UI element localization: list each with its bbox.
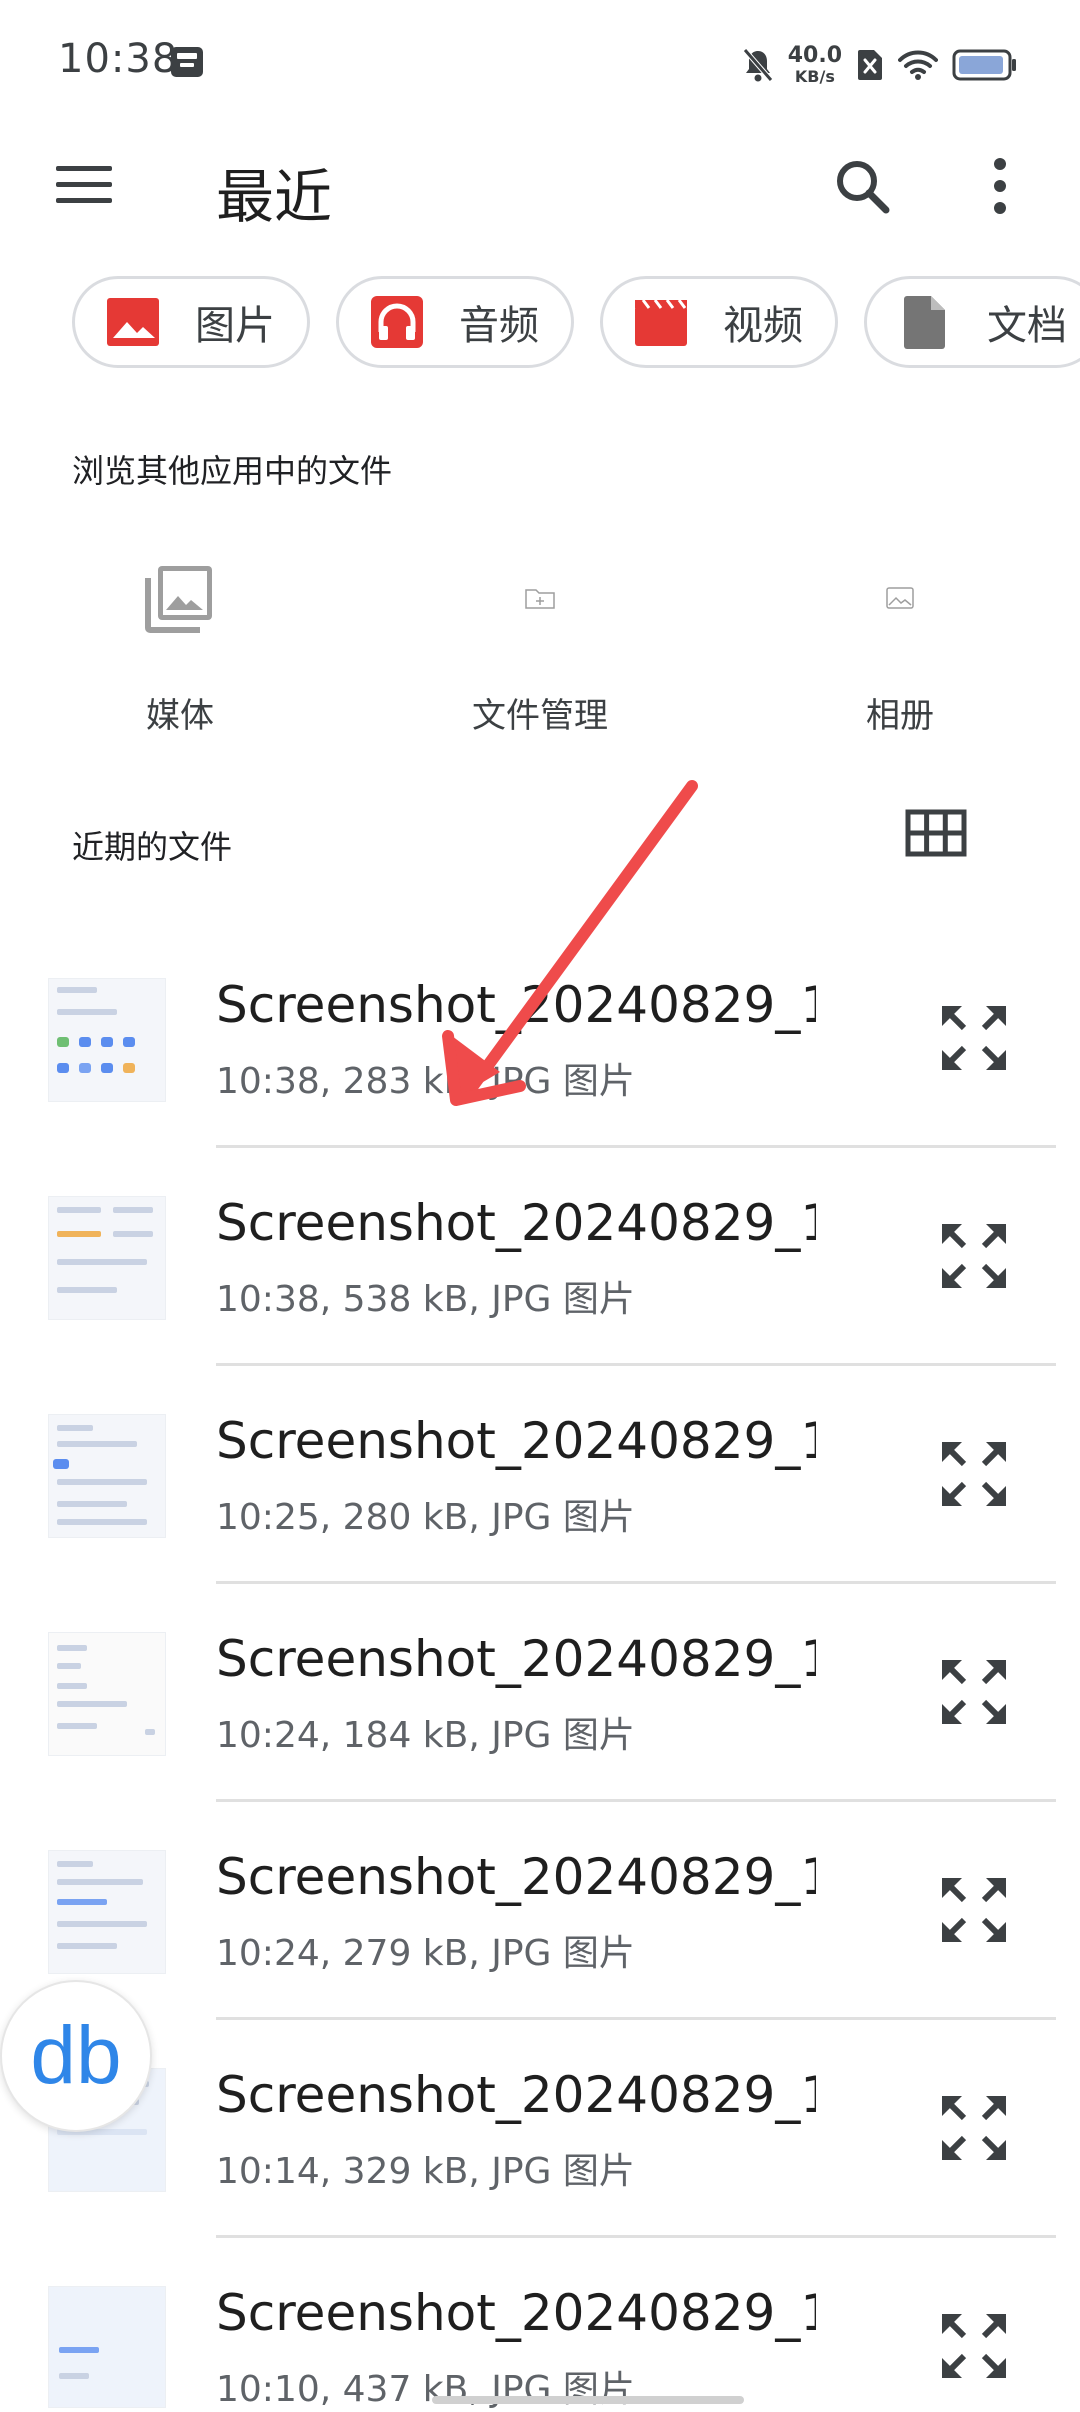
browse-file-manager-label: 文件管理 (472, 696, 608, 736)
list-item[interactable]: Screenshot_20240829_1⋯ 10:24, 279 kB, JP… (0, 1802, 1080, 2020)
expand-preview-icon[interactable] (934, 1652, 1014, 1732)
movie-icon (635, 299, 687, 346)
file-meta: 10:14, 329 kB, JPG 图片 (216, 2151, 635, 2192)
app-bar: 最近 (0, 128, 1080, 240)
document-icon (904, 296, 945, 349)
browse-media-label: 媒体 (146, 696, 214, 736)
list-item[interactable]: Screenshot_20240829_1⋯ 10:10, 437 kB, JP… (0, 2238, 1080, 2410)
chip-label: 图片 (195, 303, 275, 349)
file-name: Screenshot_20240829_1⋯ (216, 1412, 816, 1470)
browse-gallery-label: 相册 (866, 696, 934, 736)
chip-documents[interactable]: 文档 (864, 276, 1080, 368)
file-meta: 10:10, 437 kB, JPG 图片 (216, 2369, 635, 2410)
chip-label: 音频 (459, 303, 539, 349)
status-icons: 40.0 KB/s (742, 40, 1018, 90)
net-speed-unit: KB/s (794, 67, 835, 86)
mute-bell-icon (742, 48, 773, 82)
category-chips: 图片 音频 视频 文档 (72, 276, 1080, 372)
photo-library-icon (145, 566, 212, 633)
list-item[interactable]: Screenshot_20240829_1⋯ 10:38, 283 kB, JP… (0, 930, 1080, 1148)
file-name: Screenshot_20240829_1⋯ (216, 976, 816, 1034)
file-thumbnail (48, 1632, 166, 1756)
browse-file-manager[interactable]: 文件管理 (420, 560, 660, 740)
storage-icon (171, 47, 203, 77)
battery-icon (952, 49, 1016, 81)
status-bar: 10:38 40.0 KB/s (0, 0, 1080, 128)
file-name: Screenshot_20240829_1⋯ (216, 1194, 816, 1252)
grid-view-icon[interactable] (902, 806, 970, 862)
chip-video[interactable]: 视频 (600, 276, 838, 368)
file-meta: 10:38, 538 kB, JPG 图片 (216, 1279, 635, 1320)
floating-db-bubble[interactable]: db (0, 1980, 152, 2132)
browse-gallery[interactable]: 相册 (780, 560, 1020, 740)
file-thumbnail (48, 978, 166, 1102)
file-name: Screenshot_20240829_1⋯ (216, 1848, 816, 1906)
expand-preview-icon[interactable] (934, 2306, 1014, 2386)
browse-heading: 浏览其他应用中的文件 (72, 452, 393, 490)
list-item[interactable]: Screenshot_20240829_1⋯ 10:14, 329 kB, JP… (0, 2020, 1080, 2238)
more-vert-icon[interactable] (964, 150, 1036, 222)
expand-preview-icon[interactable] (934, 1870, 1014, 1950)
chip-images[interactable]: 图片 (72, 276, 310, 368)
expand-preview-icon[interactable] (934, 1216, 1014, 1296)
recent-heading: 近期的文件 (72, 828, 233, 866)
expand-preview-icon[interactable] (934, 998, 1014, 1078)
net-speed-value: 40.0 (787, 43, 842, 68)
bubble-text: db (30, 2010, 122, 2101)
file-meta: 10:38, 283 kB, JPG 图片 (216, 1061, 635, 1102)
expand-preview-icon[interactable] (934, 1434, 1014, 1514)
file-thumbnail (48, 1850, 166, 1974)
file-name: Screenshot_20240829_1⋯ (216, 1630, 816, 1688)
file-name: Screenshot_20240829_1⋯ (216, 2284, 816, 2342)
file-meta: 10:24, 279 kB, JPG 图片 (216, 1933, 635, 1974)
file-meta: 10:24, 184 kB, JPG 图片 (216, 1715, 635, 1756)
chip-label: 视频 (723, 303, 803, 349)
no-sim-icon (858, 50, 882, 80)
gesture-nav-bar[interactable] (432, 2396, 744, 2404)
wifi-icon (898, 50, 938, 80)
search-icon[interactable] (826, 150, 898, 222)
file-thumbnail (48, 1414, 166, 1538)
expand-preview-icon[interactable] (934, 2088, 1014, 2168)
chip-label: 文档 (987, 303, 1067, 349)
list-item[interactable]: Screenshot_20240829_1⋯ 10:38, 538 kB, JP… (0, 1148, 1080, 1366)
net-speed: 40.0 KB/s (788, 45, 842, 85)
list-item[interactable]: Screenshot_20240829_1⋯ 10:25, 280 kB, JP… (0, 1366, 1080, 1584)
file-thumbnail (48, 2286, 166, 2408)
status-time: 10:38 (58, 36, 179, 82)
file-meta: 10:25, 280 kB, JPG 图片 (216, 1497, 635, 1538)
image-icon (107, 298, 159, 346)
page-title: 最近 (216, 163, 333, 231)
menu-icon[interactable] (48, 158, 120, 210)
file-thumbnail (48, 1196, 166, 1320)
folder-icon (525, 589, 555, 609)
headphones-icon (371, 296, 423, 348)
chip-audio[interactable]: 音频 (336, 276, 574, 368)
file-name: Screenshot_20240829_1⋯ (216, 2066, 816, 2124)
gallery-icon (886, 587, 914, 609)
list-item[interactable]: Screenshot_20240829_1⋯ 10:24, 184 kB, JP… (0, 1584, 1080, 1802)
browse-media[interactable]: 媒体 (60, 560, 300, 740)
